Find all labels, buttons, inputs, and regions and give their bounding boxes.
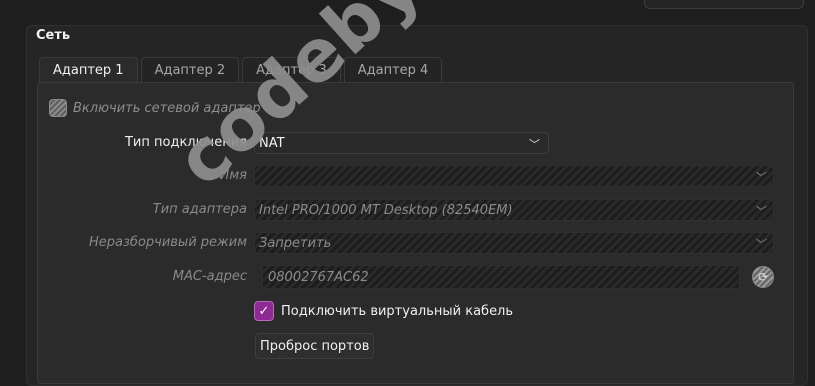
attached-to-label: Тип подключения	[124, 135, 247, 150]
checkmark-icon: ✓	[258, 303, 270, 319]
tab-adapter-1[interactable]: Адаптер 1	[39, 57, 138, 83]
chevron-down-icon: ﹀	[754, 205, 765, 218]
adapter-tabs: Адаптер 1 Адаптер 2 Адаптер 3 Адаптер 4	[39, 57, 443, 83]
cable-connected-row[interactable]: ✓ Подключить виртуальный кабель	[254, 301, 513, 321]
mac-value: 08002767AC62	[268, 269, 369, 285]
cable-connected-label: Подключить виртуальный кабель	[281, 303, 514, 319]
cable-connected-checkbox[interactable]: ✓	[254, 301, 274, 321]
tab-adapter-4[interactable]: Адаптер 4	[343, 57, 443, 82]
mac-address-input[interactable]: 08002767AC62	[262, 265, 740, 289]
chevron-down-icon: ﹀	[754, 238, 765, 251]
name-label: Имя	[219, 168, 247, 183]
refresh-mac-button[interactable]: ⟳	[752, 266, 774, 288]
search-icon: ◜	[769, 0, 773, 3]
enable-adapter-row[interactable]: Включить сетевой адаптер	[49, 99, 261, 117]
attached-to-value: NAT	[259, 135, 285, 151]
adapter-type-value: Intel PRO/1000 MT Desktop (82540EM)	[259, 202, 513, 218]
section-title: Сеть	[36, 28, 71, 43]
mac-label: MAC-адрес	[172, 269, 247, 284]
tab-adapter-3[interactable]: Адаптер 3	[242, 57, 341, 82]
promiscuous-value: Запретить	[259, 235, 332, 251]
port-forwarding-button[interactable]: Проброс портов	[255, 333, 375, 359]
adapter-type-label: Тип адаптера	[152, 202, 247, 217]
promiscuous-select[interactable]: Запретить ﹀	[254, 232, 774, 254]
enable-adapter-label: Включить сетевой адаптер	[73, 100, 261, 116]
chevron-down-icon: ﹀	[754, 171, 765, 184]
chevron-down-icon: ﹀	[529, 138, 540, 151]
tab-adapter-2[interactable]: Адаптер 2	[140, 57, 240, 82]
top-search-field[interactable]: ◜	[644, 0, 804, 9]
refresh-icon: ⟳	[757, 270, 769, 284]
promiscuous-label: Неразборчивый режим	[89, 235, 247, 250]
attached-to-select[interactable]: NAT ﹀	[254, 132, 549, 154]
enable-adapter-checkbox[interactable]	[49, 99, 67, 117]
name-select[interactable]: ﹀	[254, 165, 774, 187]
adapter-type-select[interactable]: Intel PRO/1000 MT Desktop (82540EM) ﹀	[254, 199, 774, 221]
